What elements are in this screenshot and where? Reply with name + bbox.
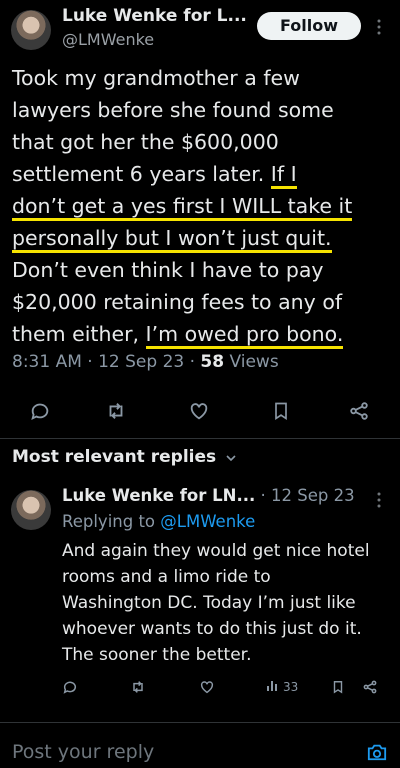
reply-views[interactable]: 33	[266, 678, 298, 695]
tweet-timestamp[interactable]: 8:31 AM · 12 Sep 23 · 58 Views	[12, 352, 279, 372]
author-avatar[interactable]	[11, 10, 51, 50]
tweet-line: them either, I’m owed pro bono.	[12, 318, 397, 350]
replies-header: Most relevant replies	[12, 447, 217, 467]
highlighted-text: If I	[270, 162, 297, 189]
tweet-line: don’t get a yes first I WILL take it	[12, 190, 397, 222]
replies-sort-dropdown[interactable]: Most relevant replies	[12, 447, 236, 467]
more-options-icon[interactable]	[376, 18, 384, 36]
reply-text: And again they would get nice hotel room…	[62, 541, 370, 665]
views-icon	[266, 678, 280, 695]
share-icon[interactable]	[346, 398, 372, 424]
views-count: 58	[200, 352, 225, 372]
like-icon[interactable]	[186, 398, 212, 424]
reply-date[interactable]: · 12 Sep 23	[255, 486, 355, 505]
tweet-line: personally but I won’t just quit.	[12, 222, 397, 254]
divider	[0, 722, 400, 723]
divider	[0, 438, 400, 439]
reply-repost-icon[interactable]	[128, 677, 148, 697]
tweet-line: Took my grandmother a few	[12, 66, 300, 90]
tweet-line: settlement 6 years later. If I	[12, 158, 397, 190]
replying-to-handle[interactable]: @LMWenke	[160, 512, 255, 531]
tweet-line: $20,000 retaining fees to any of	[12, 290, 343, 314]
highlighted-text: personally but I won’t just quit.	[12, 226, 332, 253]
reply-share-icon[interactable]	[360, 677, 380, 697]
reply-icon[interactable]	[27, 398, 53, 424]
bookmark-icon[interactable]	[268, 398, 294, 424]
highlighted-text: don’t get a yes first I WILL take it	[12, 194, 353, 221]
tweet-line: lawyers before she found some	[12, 98, 334, 122]
author-name[interactable]: Luke Wenke for L...	[62, 6, 247, 26]
reply-bookmark-icon[interactable]	[329, 677, 347, 697]
reply-author-name[interactable]: Luke Wenke for LN...	[62, 486, 255, 505]
follow-button[interactable]: Follow	[257, 12, 361, 40]
reply-views-count: 33	[283, 679, 299, 694]
tweet-line: Don’t even think I have to pay	[12, 258, 324, 282]
reply-header: Luke Wenke for LN... · 12 Sep 23	[62, 486, 355, 505]
reply-reply-icon[interactable]	[60, 677, 80, 697]
reply-input[interactable]: Post your reply	[12, 741, 154, 763]
repost-icon[interactable]	[103, 398, 129, 424]
replying-to: Replying to @LMWenke	[62, 512, 256, 531]
author-handle[interactable]: @LMWenke	[62, 30, 154, 49]
tweet-text: Took my grandmother a few lawyers before…	[12, 62, 397, 350]
chevron-down-icon	[226, 447, 236, 467]
camera-icon[interactable]	[364, 740, 390, 764]
reply-more-icon[interactable]	[376, 491, 382, 513]
highlighted-text: I’m owed pro bono.	[145, 322, 344, 349]
reply-avatar[interactable]	[11, 490, 51, 530]
reply-like-icon[interactable]	[197, 677, 217, 697]
tweet-line: that got her the $600,000	[12, 130, 279, 154]
